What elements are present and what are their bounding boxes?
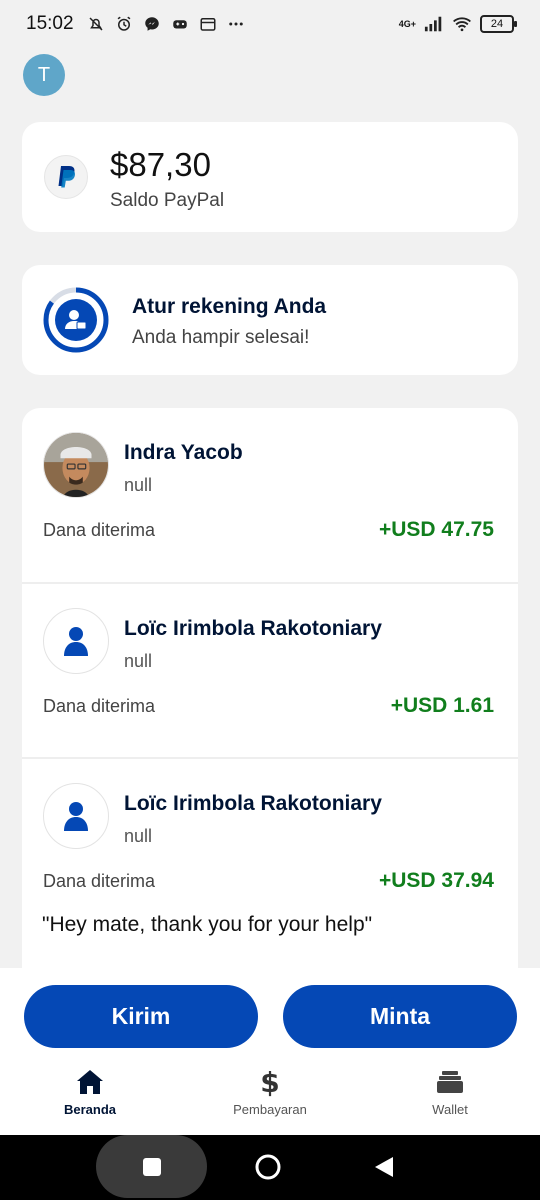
signal-icon bbox=[424, 14, 444, 34]
square-icon bbox=[142, 1157, 161, 1176]
transaction-item[interactable]: Loïc Irimbola Rakotoniary null Dana dite… bbox=[22, 584, 518, 758]
home-icon bbox=[75, 1066, 105, 1098]
contact-subtitle: null bbox=[124, 651, 153, 671]
transaction-status: Dana diterima bbox=[43, 871, 156, 891]
transaction-item[interactable]: Indra Yacob null Dana diterima +USD 47.7… bbox=[22, 408, 518, 582]
bell-off-icon bbox=[86, 14, 106, 34]
profile-avatar[interactable]: T bbox=[23, 54, 65, 96]
wifi-icon bbox=[452, 14, 472, 34]
nav-item-payments[interactable]: $ Pembayaran bbox=[190, 1066, 350, 1122]
contact-subtitle: null bbox=[124, 475, 153, 495]
transaction-item[interactable]: Loïc Irimbola Rakotoniary null Dana dite… bbox=[22, 759, 518, 979]
nav-label-wallet: Wallet bbox=[432, 1102, 468, 1117]
transaction-amount: +USD 1.61 bbox=[390, 694, 494, 717]
contact-photo bbox=[43, 432, 109, 498]
contact-name: Loïc Irimbola Rakotoniary bbox=[124, 617, 382, 640]
balance-label: Saldo PayPal bbox=[110, 190, 225, 211]
status-bar: 15:02 4G+ 24 bbox=[0, 0, 540, 48]
system-nav-bar bbox=[0, 1135, 540, 1200]
paypal-logo-icon bbox=[44, 155, 88, 199]
request-button[interactable]: Minta bbox=[283, 985, 517, 1048]
home-system-button[interactable] bbox=[248, 1147, 288, 1187]
status-time: 15:02 bbox=[26, 13, 74, 34]
alarm-icon bbox=[114, 14, 134, 34]
messenger-icon bbox=[142, 14, 162, 34]
transactions-list: Indra Yacob null Dana diterima +USD 47.7… bbox=[22, 408, 518, 1028]
transaction-note: "Hey mate, thank you for your help" bbox=[42, 913, 373, 936]
transaction-status: Dana diterima bbox=[43, 520, 156, 540]
dollar-icon: $ bbox=[260, 1065, 280, 1099]
setup-title: Atur rekening Anda bbox=[132, 295, 327, 318]
contact-subtitle: null bbox=[124, 826, 153, 846]
wallet-icon bbox=[436, 1066, 464, 1098]
contact-name: Indra Yacob bbox=[124, 441, 243, 464]
more-icon bbox=[226, 14, 246, 34]
nav-label-home: Beranda bbox=[63, 1102, 117, 1117]
person-icon bbox=[43, 608, 109, 674]
setup-subtitle: Anda hampir selesai! bbox=[132, 327, 310, 348]
bottom-panel: Kirim Minta Beranda $ Pembayaran Wallet bbox=[0, 968, 540, 1135]
contact-name: Loïc Irimbola Rakotoniary bbox=[124, 792, 382, 815]
nav-label-payments: Pembayaran bbox=[233, 1102, 307, 1117]
battery-indicator: 24 bbox=[480, 15, 517, 33]
nav-item-wallet[interactable]: Wallet bbox=[370, 1066, 530, 1122]
transaction-amount: +USD 37.94 bbox=[379, 869, 494, 892]
nav-item-home[interactable]: Beranda bbox=[10, 1066, 170, 1122]
balance-card[interactable]: $87,30 Saldo PayPal bbox=[22, 122, 518, 232]
recents-button[interactable] bbox=[96, 1135, 207, 1198]
setup-progress-ring bbox=[42, 286, 110, 354]
back-triangle-icon bbox=[375, 1157, 393, 1177]
balance-amount: $87,30 bbox=[110, 146, 211, 183]
game-icon bbox=[170, 14, 190, 34]
transaction-amount: +USD 47.75 bbox=[379, 518, 494, 541]
account-setup-card[interactable]: Atur rekening Anda Anda hampir selesai! bbox=[22, 265, 518, 375]
person-icon bbox=[43, 783, 109, 849]
back-button[interactable] bbox=[364, 1147, 404, 1187]
transaction-status: Dana diterima bbox=[43, 696, 156, 716]
send-button[interactable]: Kirim bbox=[24, 985, 258, 1048]
network-label: 4G+ bbox=[398, 18, 416, 29]
calendar-icon bbox=[198, 14, 218, 34]
circle-icon bbox=[255, 1154, 281, 1180]
